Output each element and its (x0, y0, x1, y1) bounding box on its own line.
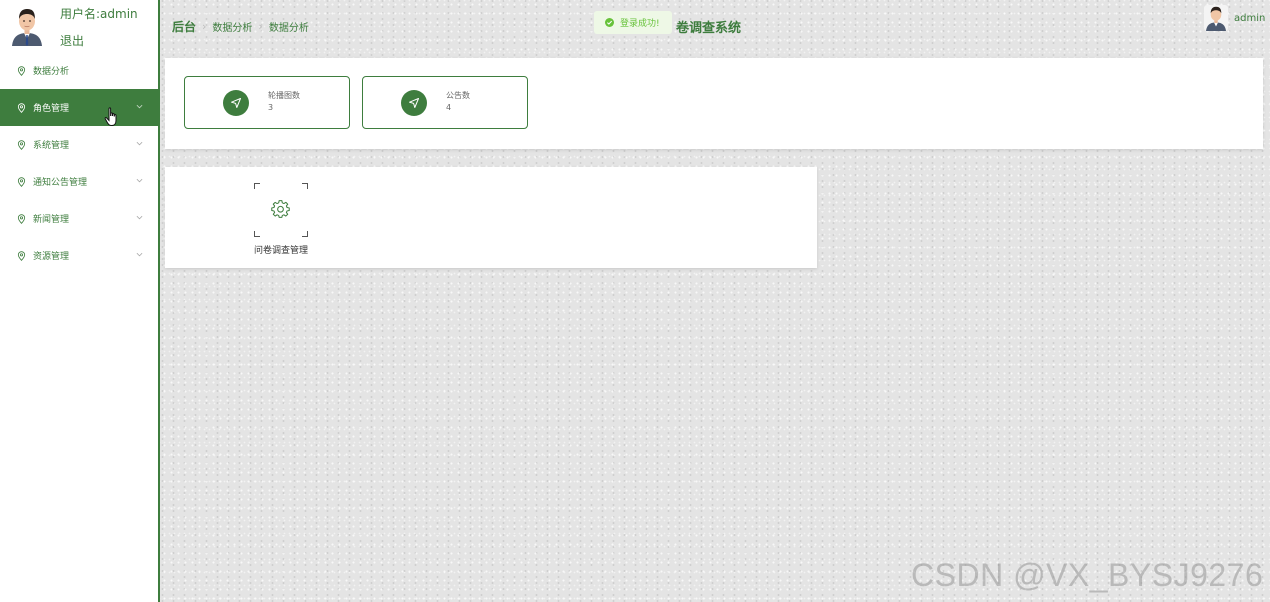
stat-label: 轮播图数 (268, 91, 300, 100)
sidebar-item-label: 数据分析 (33, 67, 70, 77)
location-pin-icon (17, 250, 26, 261)
sidebar-item-notice-management[interactable]: 通知公告管理 (0, 163, 158, 200)
sidebar-item-resource-management[interactable]: 资源管理 (0, 237, 158, 274)
page-title: 卷调查系统 (676, 21, 742, 36)
shortcut-label: 问卷调查管理 (253, 246, 308, 256)
chevron-down-icon (136, 141, 143, 146)
location-pin-icon (17, 176, 26, 187)
sidebar-item-label: 通知公告管理 (33, 178, 88, 188)
toast-message: 登录成功! (620, 19, 660, 29)
breadcrumb-separator-icon: › (258, 20, 263, 33)
breadcrumb-separator-icon: › (202, 20, 207, 33)
user-block: 用户名:admin 退出 (0, 0, 158, 52)
sidebar-item-label: 角色管理 (33, 104, 70, 114)
success-toast: 登录成功! (594, 11, 672, 34)
user-name: 用户名:admin (60, 7, 138, 21)
sidebar-item-news-management[interactable]: 新闻管理 (0, 200, 158, 237)
shortcut-panel: 问卷调查管理 (165, 167, 817, 268)
sidebar-item-label: 资源管理 (33, 252, 70, 262)
admin-avatar[interactable] (1204, 5, 1228, 31)
watermark: CSDN @VX_BYSJ9276 (911, 557, 1264, 593)
sidebar-item-data-analysis[interactable]: 数据分析 (0, 52, 158, 89)
breadcrumb-item[interactable]: 数据分析 (212, 19, 252, 34)
sidebar-item-label: 系统管理 (33, 141, 70, 151)
shortcut-survey-management[interactable]: 问卷调查管理 (245, 181, 317, 257)
stat-icon-circle (223, 90, 249, 116)
location-pin-icon (17, 65, 26, 76)
sidebar-item-label: 新闻管理 (33, 215, 70, 225)
stat-card-carousel-count: 轮播图数 3 (184, 76, 350, 129)
gear-icon (271, 200, 290, 218)
breadcrumb: 后台 › 数据分析 › 数据分析 (172, 18, 309, 35)
breadcrumb-home[interactable]: 后台 (172, 18, 196, 35)
sidebar: 用户名:admin 退出 数据分析 角色管理 系统管理 通知公告管理 新闻管理 … (0, 0, 160, 602)
stat-icon-circle (401, 90, 427, 116)
stats-panel: 轮播图数 3 公告数 4 (165, 58, 1263, 149)
location-pin-icon (17, 102, 26, 113)
location-pin-icon (17, 139, 26, 150)
stat-value: 3 (268, 103, 274, 112)
stat-value: 4 (446, 103, 452, 112)
check-circle-icon (605, 18, 614, 27)
sidebar-item-system-management[interactable]: 系统管理 (0, 126, 158, 163)
sidebar-menu: 数据分析 角色管理 系统管理 通知公告管理 新闻管理 资源管理 (0, 52, 158, 274)
breadcrumb-item-current: 数据分析 (268, 23, 309, 34)
chevron-down-icon (136, 252, 143, 257)
logout-link[interactable]: 退出 (60, 32, 84, 49)
sidebar-item-role-management[interactable]: 角色管理 (0, 89, 158, 126)
chevron-down-icon (136, 215, 143, 220)
navigation-arrow-icon (231, 98, 241, 108)
location-pin-icon (17, 213, 26, 224)
navigation-arrow-icon (409, 98, 419, 108)
user-avatar (9, 6, 45, 46)
admin-username[interactable]: admin (1234, 13, 1265, 24)
chevron-down-icon (136, 178, 143, 183)
stat-card-notice-count: 公告数 4 (362, 76, 528, 129)
chevron-down-icon (136, 104, 143, 109)
stat-label: 公告数 (446, 91, 470, 100)
